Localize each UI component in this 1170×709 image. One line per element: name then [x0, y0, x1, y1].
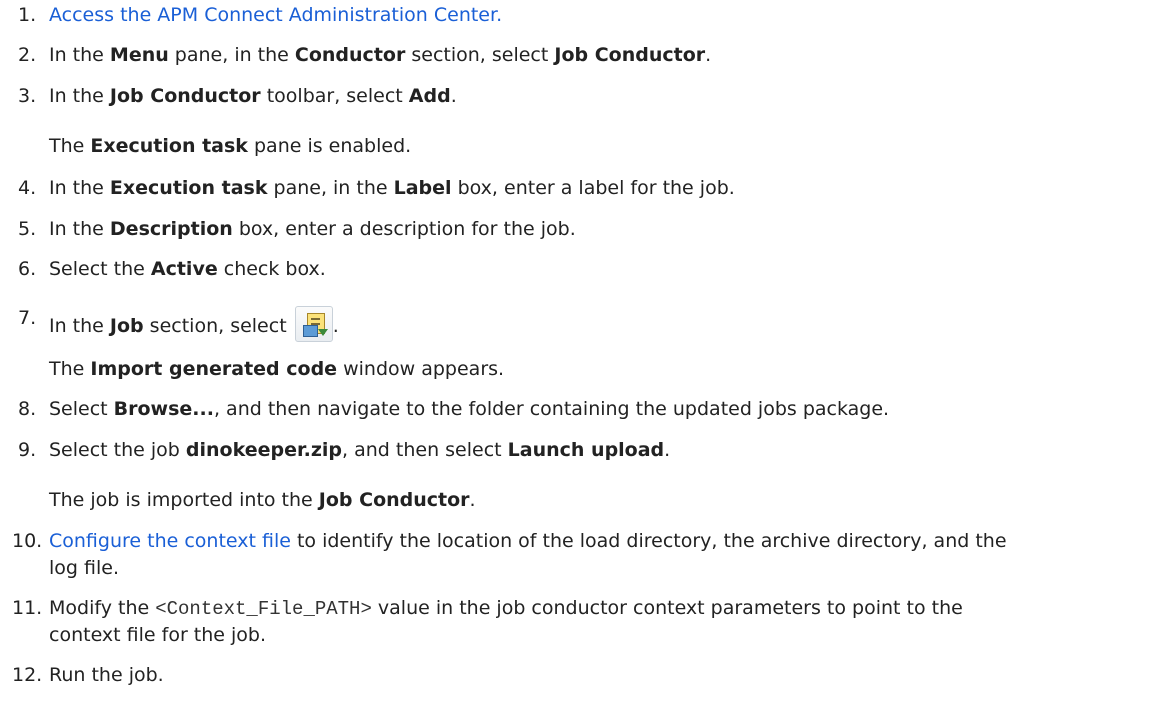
- step-11-continued: context file for the job.: [49, 624, 267, 646]
- term-label: Label: [393, 177, 452, 199]
- step-number: 5.: [18, 218, 37, 240]
- step-text: In the Job Conductor toolbar, select Add…: [49, 85, 457, 107]
- term-job-conductor: Job Conductor: [109, 85, 261, 107]
- step-7-result: The Import generated code window appears…: [49, 358, 505, 380]
- term-menu: Menu: [109, 44, 169, 66]
- step-number: 7.: [18, 307, 37, 329]
- step-number: 12.: [12, 664, 43, 686]
- access-admin-center-link[interactable]: Access the APM Connect Administration Ce…: [49, 4, 502, 26]
- step-text: Select the job dinokeeper.zip, and then …: [49, 439, 671, 461]
- term-description: Description: [109, 218, 233, 240]
- step-text: In the Description box, enter a descript…: [49, 218, 576, 240]
- context-file-path-code: <Context_File_PATH>: [155, 598, 372, 620]
- step-10-continued: log file.: [49, 557, 119, 579]
- step-3-result: The Execution task pane is enabled.: [49, 135, 412, 157]
- term-execution-task: Execution task: [109, 177, 268, 199]
- step-9-result: The job is imported into the Job Conduct…: [49, 489, 476, 511]
- term-active: Active: [150, 258, 218, 280]
- term-browse: Browse...: [113, 398, 214, 420]
- configure-context-file-link[interactable]: Configure the context file: [49, 530, 291, 552]
- step-text: In the Menu pane, in the Conductor secti…: [49, 44, 712, 66]
- step-number: 9.: [18, 439, 37, 461]
- step-text: In the Job section, select .: [49, 306, 339, 342]
- step-number: 10.: [12, 530, 43, 552]
- step-text: Select Browse..., and then navigate to t…: [49, 398, 890, 420]
- term-job-conductor: Job Conductor: [554, 44, 706, 66]
- term-execution-task: Execution task: [90, 135, 248, 157]
- step-number: 8.: [18, 398, 37, 420]
- step-text: In the Execution task pane, in the Label…: [49, 177, 735, 199]
- term-launch-upload: Launch upload: [507, 439, 665, 461]
- term-job-conductor: Job Conductor: [318, 489, 470, 511]
- step-number: 2.: [18, 44, 37, 66]
- term-import-generated-code: Import generated code: [90, 358, 338, 380]
- step-number: 11.: [12, 597, 43, 619]
- step-number: 6.: [18, 258, 37, 280]
- step-text: Configure the context file to identify t…: [49, 530, 1007, 552]
- term-dinokeeper-zip: dinokeeper.zip: [185, 439, 343, 461]
- term-add: Add: [408, 85, 451, 107]
- step-number: 1.: [18, 4, 37, 26]
- step-text: Select the Active check box.: [49, 258, 326, 280]
- step-number: 3.: [18, 85, 37, 107]
- step-number: 4.: [18, 177, 37, 199]
- term-conductor: Conductor: [294, 44, 406, 66]
- step-text: Run the job.: [49, 664, 164, 686]
- step-text: Modify the <Context_File_PATH> value in …: [49, 597, 963, 620]
- term-job: Job: [109, 315, 144, 337]
- import-code-icon[interactable]: [294, 306, 333, 342]
